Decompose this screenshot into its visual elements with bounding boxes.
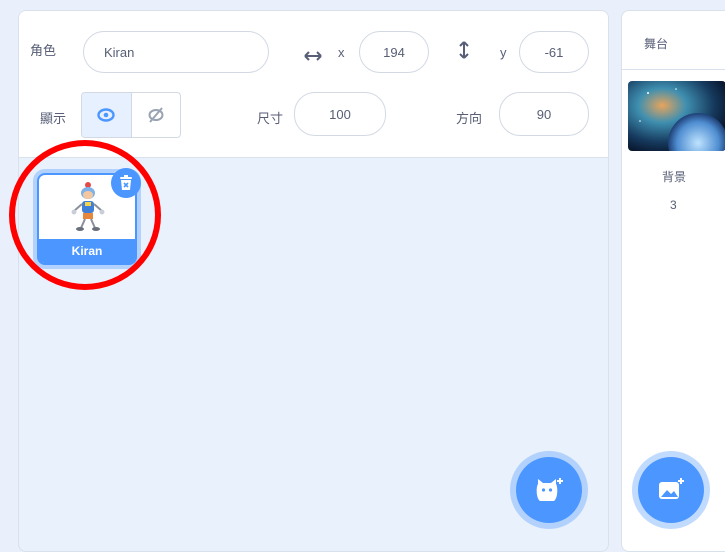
eye-slash-icon xyxy=(148,107,164,123)
x-value: 194 xyxy=(383,44,405,60)
backdrops-label: 背景 xyxy=(662,170,687,184)
sprite-info-panel: 角色 Kiran x 194 y -61 顯示 尺寸 100 方向 90 xyxy=(19,11,608,158)
arrows-horizontal-icon xyxy=(304,51,322,61)
sprite-name-value: Kiran xyxy=(104,44,135,60)
arrows-vertical-icon xyxy=(459,41,469,59)
direction-label: 方向 xyxy=(456,111,483,126)
size-input[interactable]: 100 xyxy=(294,92,386,136)
highlight-circle xyxy=(9,140,161,290)
direction-input[interactable]: 90 xyxy=(499,92,589,136)
eye-icon xyxy=(97,108,115,122)
x-position-input[interactable]: 194 xyxy=(359,31,429,73)
backdrops-count: 3 xyxy=(670,198,677,212)
choose-backdrop-button[interactable] xyxy=(638,457,704,523)
choose-sprite-button[interactable] xyxy=(516,457,582,523)
stage-backdrop-thumbnail[interactable] xyxy=(628,81,725,151)
size-value: 100 xyxy=(329,106,351,122)
cat-plus-icon xyxy=(536,478,563,501)
image-plus-icon xyxy=(659,478,684,499)
space-backdrop-image xyxy=(628,81,725,151)
visibility-toggle xyxy=(81,92,181,138)
show-sprite-button[interactable] xyxy=(82,93,131,137)
x-label: x xyxy=(338,45,345,60)
y-label: y xyxy=(500,45,507,60)
y-position-input[interactable]: -61 xyxy=(519,31,589,73)
y-value: -61 xyxy=(544,44,564,60)
show-label: 顯示 xyxy=(40,111,67,126)
stage-title: 舞台 xyxy=(644,37,669,51)
stage-header: 舞台 xyxy=(622,11,725,70)
stage-pane[interactable]: 舞台 背景 3 xyxy=(621,10,725,552)
direction-value: 90 xyxy=(536,106,552,122)
sprite-name-input[interactable]: Kiran xyxy=(83,31,269,73)
sprite-label: 角色 xyxy=(30,43,57,58)
hide-sprite-button[interactable] xyxy=(130,93,181,137)
size-label: 尺寸 xyxy=(257,111,284,126)
